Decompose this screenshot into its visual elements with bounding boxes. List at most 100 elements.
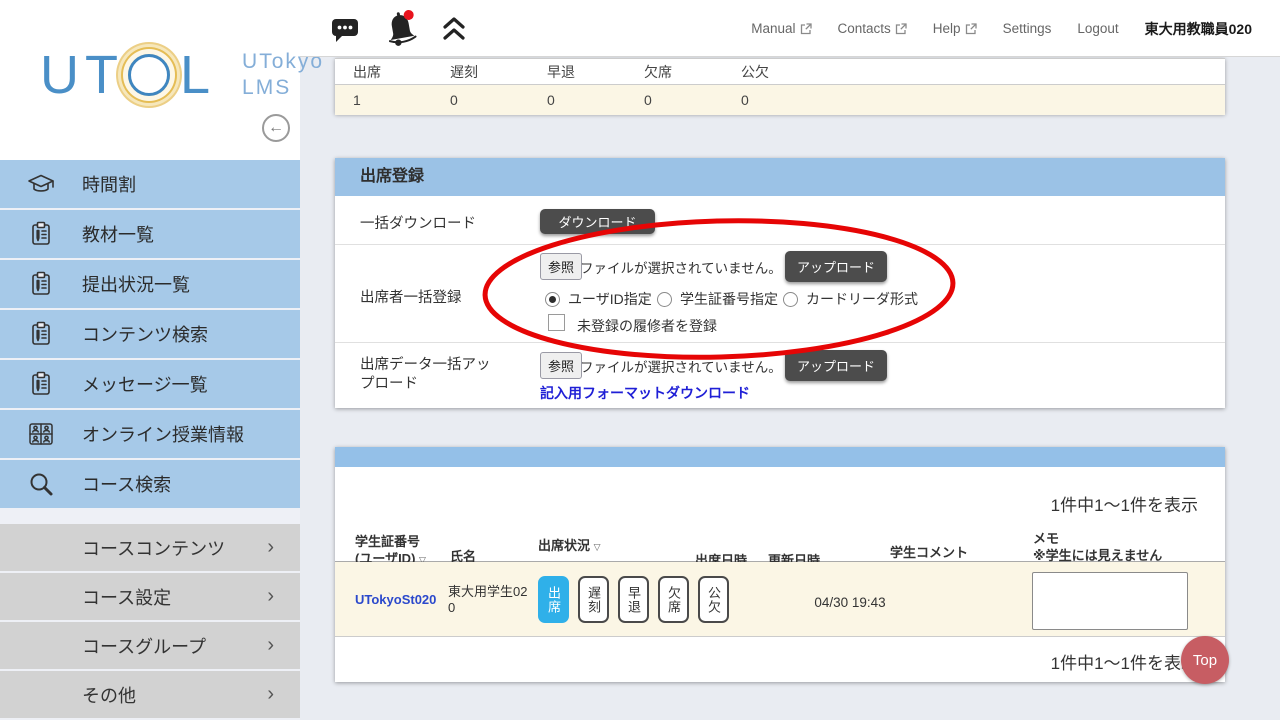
sidebar-item-submission-status[interactable]: 提出状況一覧 xyxy=(0,260,300,308)
column-header: 早退 xyxy=(547,63,575,80)
attendance-summary-table: 出席 遅刻 早退 欠席 公欠 1 0 0 0 0 xyxy=(335,58,1225,115)
attendance-register-section: 出席登録 一括ダウンロード ダウンロード 出席者一括登録 参照 ファイルが選択さ… xyxy=(335,158,1225,408)
radio-selected-icon xyxy=(545,291,560,307)
summary-value: 0 xyxy=(450,92,458,108)
radio-card-reader[interactable]: カードリーダ形式 xyxy=(783,289,918,309)
column-header: 遅刻 xyxy=(450,63,478,80)
column-header: 公欠 xyxy=(741,63,769,80)
clipboard-icon xyxy=(26,221,56,247)
summary-header-row: 出席 遅刻 早退 欠席 公欠 xyxy=(335,59,1225,85)
chevron-right-icon: › xyxy=(267,634,274,656)
manual-link[interactable]: Manual xyxy=(751,21,811,36)
sidebar-item-content-search[interactable]: コンテンツ検索 xyxy=(0,310,300,358)
sidebar-item-messages[interactable]: メッセージ一覧 xyxy=(0,360,300,408)
column-header: 欠席 xyxy=(644,63,672,80)
sidebar-item-online-class-info[interactable]: オンライン授業情報 xyxy=(0,410,300,458)
status-button-present[interactable]: 出席 xyxy=(538,576,569,623)
back-to-top-button[interactable]: Top xyxy=(1181,636,1229,684)
logo-o-ring-icon xyxy=(128,54,170,96)
logo-letter-u: U xyxy=(40,45,85,105)
result-count-text: 1件中1〜1件を表示 xyxy=(1050,496,1198,515)
clipboard-icon xyxy=(26,371,56,397)
radio-student-number[interactable]: 学生証番号指定 xyxy=(657,289,778,309)
sidebar-item-course-settings[interactable]: コース設定 › xyxy=(0,573,300,620)
data-bulk-upload-label: 出席データ一括アップロード xyxy=(360,357,491,392)
sidebar: UT L UTokyo LMS ← 時間割 教材一覧 提出状況一覧 コンテンツ検… xyxy=(0,0,322,720)
column-header-comment: 学生コメント xyxy=(890,545,969,560)
logo-area: UT L UTokyo LMS ← xyxy=(0,0,322,160)
radio-unselected-icon xyxy=(657,291,672,307)
search-icon xyxy=(26,471,56,497)
student-id-link[interactable]: UTokyoSt020 xyxy=(355,592,436,607)
memo-textarea[interactable] xyxy=(1032,572,1188,630)
status-button-late[interactable]: 遅刻 xyxy=(578,576,609,623)
register-unregistered-label: 未登録の履修者を登録 xyxy=(577,318,717,334)
download-button[interactable]: ダウンロード xyxy=(540,209,655,234)
online-class-icon xyxy=(26,422,56,446)
format-download-link[interactable]: 記入用フォーマットダウンロード xyxy=(540,383,750,403)
user-name: 東大用教職員020 xyxy=(1144,20,1252,37)
sidebar-item-materials[interactable]: 教材一覧 xyxy=(0,210,300,258)
register-unregistered-checkbox[interactable] xyxy=(548,314,565,331)
column-header-status[interactable]: 出席状況 ▽ xyxy=(538,537,601,556)
notification-bell-icon[interactable] xyxy=(381,7,421,50)
chat-bubble-icon[interactable] xyxy=(330,15,360,43)
table-header-zone: 1件中1〜1件を表示 学生証番号 (ユーザID) ▽ 氏名 出席状況 ▽ 出席日… xyxy=(335,467,1225,568)
summary-value: 0 xyxy=(741,92,749,108)
chevron-right-icon: › xyxy=(267,683,274,705)
sort-caret-icon: ▽ xyxy=(593,542,601,552)
sidebar-item-others[interactable]: その他 › xyxy=(0,671,300,718)
contacts-link[interactable]: Contacts xyxy=(838,21,907,36)
sidebar-item-course-group[interactable]: コースグループ › xyxy=(0,622,300,669)
radio-unselected-icon xyxy=(783,291,798,307)
result-count-text: 1件中1〜1件を表示 xyxy=(1050,654,1198,673)
no-file-selected-text: ファイルが選択されていません。 xyxy=(580,261,782,276)
logo-letter-t: T xyxy=(85,45,124,105)
summary-value: 1 xyxy=(353,92,361,108)
student-row: UTokyoSt020 東大用学生020 出席 遅刻 早退 欠席 公欠 04/3… xyxy=(335,562,1225,637)
double-chevron-up-icon[interactable] xyxy=(442,16,466,42)
sidebar-item-course-search[interactable]: コース検索 xyxy=(0,460,300,508)
logout-link[interactable]: Logout xyxy=(1077,21,1118,36)
radio-user-id[interactable]: ユーザID指定 xyxy=(545,289,652,309)
sidebar-item-course-contents[interactable]: コースコンテンツ › xyxy=(0,524,300,571)
summary-data-row: 1 0 0 0 0 xyxy=(335,85,1225,115)
student-name: 東大用学生020 xyxy=(448,584,528,615)
table-footer: 1件中1〜1件を表示 xyxy=(335,637,1225,682)
data-bulk-upload-row: 出席データ一括アップロード 参照 ファイルが選択されていません。 アップロード … xyxy=(335,343,1225,408)
update-time-value: 04/30 19:43 xyxy=(814,595,886,610)
clipboard-icon xyxy=(26,271,56,297)
student-attendance-table: 1件中1〜1件を表示 学生証番号 (ユーザID) ▽ 氏名 出席状況 ▽ 出席日… xyxy=(335,447,1225,682)
status-button-early-leave[interactable]: 早退 xyxy=(618,576,649,623)
upload-button[interactable]: アップロード xyxy=(785,350,887,381)
column-header: 出席 xyxy=(353,63,381,80)
graduation-cap-icon xyxy=(26,172,56,196)
back-arrow-icon: ← xyxy=(268,119,284,136)
column-header-memo: メモ ※学生には見えません xyxy=(1033,531,1163,563)
upload-button[interactable]: アップロード xyxy=(785,251,887,282)
sidebar-item-timetable[interactable]: 時間割 xyxy=(0,160,300,208)
table-title-bar xyxy=(335,447,1225,467)
browse-file-button[interactable]: 参照 xyxy=(540,352,583,379)
bulk-download-label: 一括ダウンロード xyxy=(360,216,476,232)
status-button-group: 出席 遅刻 早退 欠席 公欠 xyxy=(538,576,729,623)
logo-letter-l: L xyxy=(180,45,217,105)
attendee-bulk-register-row: 出席者一括登録 参照 ファイルが選択されていません。 アップロード ユーザID指… xyxy=(335,245,1225,343)
sidebar-collapse-button[interactable]: ← xyxy=(262,114,290,142)
section-title: 出席登録 xyxy=(335,158,1225,196)
bulk-download-row: 一括ダウンロード ダウンロード xyxy=(335,196,1225,245)
chevron-right-icon: › xyxy=(267,536,274,558)
attendee-bulk-label: 出席者一括登録 xyxy=(360,290,462,306)
clipboard-icon xyxy=(26,321,56,347)
summary-value: 0 xyxy=(547,92,555,108)
external-link-icon xyxy=(895,23,907,35)
top-bar: Manual Contacts Help Settings Logout 東大用… xyxy=(300,0,1280,57)
status-button-excused[interactable]: 公欠 xyxy=(698,576,729,623)
settings-link[interactable]: Settings xyxy=(1003,21,1052,36)
browse-file-button[interactable]: 参照 xyxy=(540,253,583,280)
status-button-absent[interactable]: 欠席 xyxy=(658,576,689,623)
external-link-icon xyxy=(965,23,977,35)
no-file-selected-text: ファイルが選択されていません。 xyxy=(580,360,782,375)
help-link[interactable]: Help xyxy=(933,21,977,36)
